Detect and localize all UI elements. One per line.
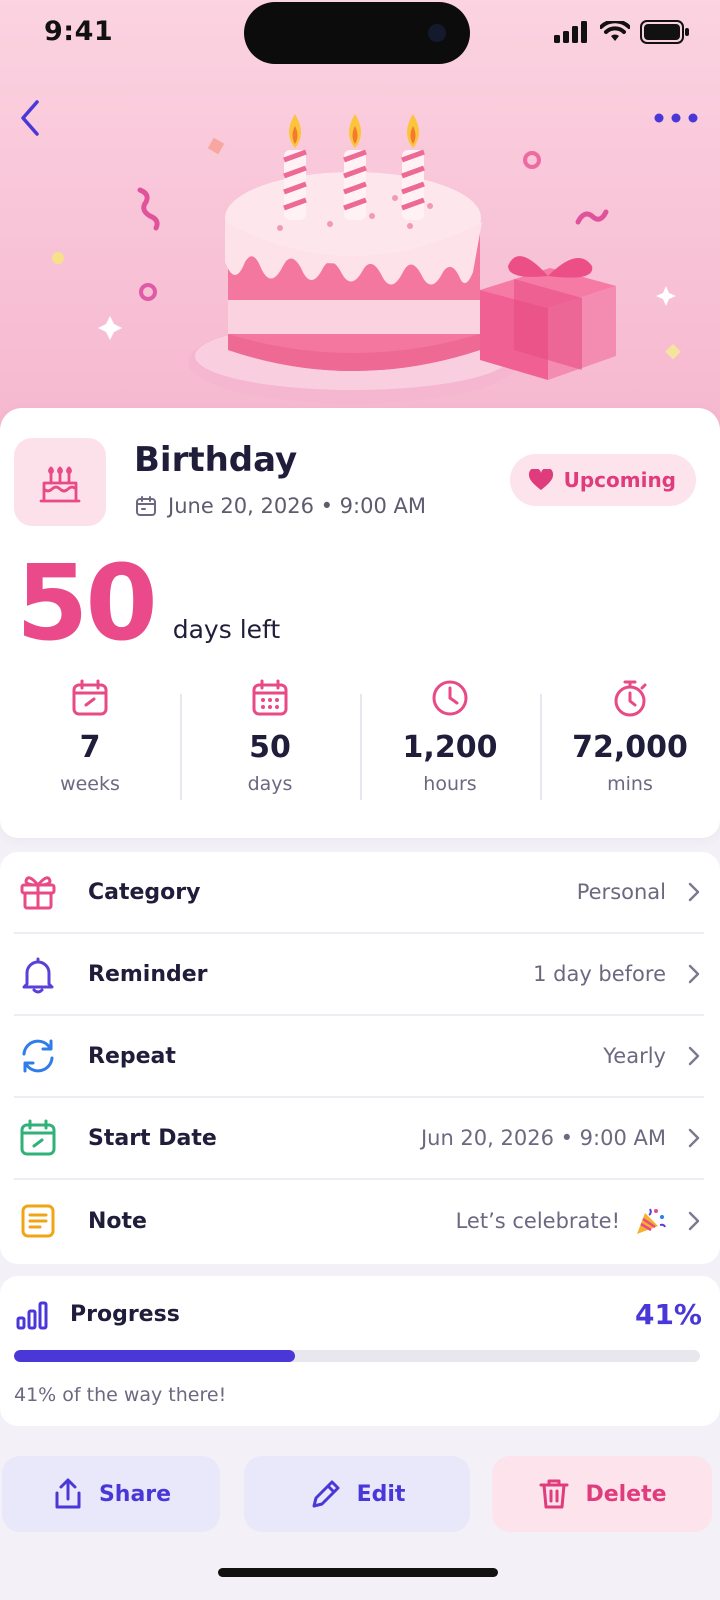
wifi-icon — [600, 21, 630, 41]
hero-banner: 9:41 — [0, 0, 720, 430]
detail-value: Yearly — [603, 1044, 666, 1068]
stat-value: 7 — [79, 730, 101, 765]
event-icon-tile — [14, 438, 106, 526]
detail-label: Repeat — [88, 1043, 176, 1069]
detail-row-repeat[interactable]: Repeat Yearly — [14, 1016, 704, 1098]
clock-icon — [432, 680, 468, 716]
status-badge: Upcoming — [509, 454, 696, 506]
event-title: Birthday — [134, 440, 298, 480]
detail-label: Reminder — [88, 961, 208, 987]
detail-value-text: Yearly — [603, 1044, 666, 1068]
camera-icon — [428, 24, 446, 42]
stat-unit: mins — [607, 773, 653, 795]
chevron-right-icon — [688, 1128, 700, 1148]
delete-label: Delete — [585, 1481, 667, 1507]
status-time: 9:41 — [44, 16, 114, 47]
stat-mins: 72,000 mins — [540, 678, 720, 808]
bar-chart-icon — [16, 1301, 48, 1329]
event-date-text: June 20, 2026 • 9:00 AM — [168, 494, 426, 518]
calendar-grid-icon — [252, 679, 288, 716]
more-options-button[interactable] — [650, 100, 702, 136]
trash-icon — [539, 1479, 569, 1509]
progress-bar-fill — [14, 1350, 296, 1362]
chevron-right-icon — [688, 1211, 700, 1231]
share-button[interactable]: Share — [2, 1456, 220, 1532]
detail-row-category[interactable]: Category Personal — [14, 852, 704, 934]
detail-row-reminder[interactable]: Reminder 1 day before — [14, 934, 704, 1016]
calendar-icon — [136, 496, 156, 516]
stat-value: 50 — [249, 730, 291, 765]
edit-label: Edit — [356, 1481, 406, 1507]
stat-unit: weeks — [60, 773, 120, 795]
stat-value: 72,000 — [572, 730, 688, 765]
progress-card: Progress 41% 41% of the way there! — [0, 1276, 720, 1426]
detail-value-text: Let’s celebrate! — [455, 1209, 620, 1233]
calendar-check-icon — [20, 1119, 56, 1156]
chevron-right-icon — [688, 882, 700, 902]
stat-hours: 1,200 hours — [360, 678, 540, 808]
detail-value: 1 day before — [533, 962, 666, 986]
detail-label: Start Date — [88, 1125, 217, 1151]
dynamic-island — [244, 2, 470, 64]
back-button[interactable] — [8, 96, 52, 140]
detail-row-note[interactable]: Note Let’s celebrate! — [14, 1180, 704, 1262]
edit-button[interactable]: Edit — [244, 1456, 470, 1532]
delete-button[interactable]: Delete — [492, 1456, 712, 1532]
heart-icon — [528, 469, 553, 490]
detail-value-text: Personal — [576, 880, 666, 904]
pencil-icon — [312, 1480, 340, 1508]
detail-label: Category — [88, 879, 201, 905]
home-indicator — [218, 1568, 498, 1577]
stat-unit: days — [247, 773, 293, 795]
status-bar: 9:41 — [0, 0, 720, 70]
countdown-card: Birthday June 20, 2026 • 9:00 AM Upcomin… — [0, 408, 720, 838]
stat-days: 50 days — [180, 678, 360, 808]
detail-value: Jun 20, 2026 • 9:00 AM — [421, 1126, 666, 1150]
detail-label: Note — [88, 1208, 147, 1234]
more-icon — [654, 113, 698, 123]
progress-bar — [14, 1350, 700, 1362]
note-icon — [21, 1204, 55, 1238]
calendar-icon — [72, 679, 108, 716]
status-badge-label: Upcoming — [563, 468, 676, 492]
chevron-right-icon — [688, 1046, 700, 1066]
stopwatch-icon — [614, 680, 647, 717]
countdown-number: 50 — [16, 542, 158, 664]
repeat-icon — [22, 1039, 54, 1073]
battery-icon — [640, 20, 689, 44]
detail-value: Personal — [577, 880, 666, 904]
detail-value-text: 1 day before — [533, 962, 666, 986]
gift-icon — [20, 876, 56, 910]
countdown-label: days left — [172, 615, 281, 644]
progress-note: 41% of the way there! — [14, 1384, 227, 1406]
stat-value: 1,200 — [402, 730, 498, 765]
stat-unit: hours — [423, 773, 477, 795]
detail-value: Let’s celebrate! — [456, 1205, 666, 1237]
event-date: June 20, 2026 • 9:00 AM — [134, 494, 426, 518]
cake-icon — [39, 466, 81, 503]
action-buttons: Share Edit Delete — [0, 1456, 720, 1532]
progress-title: Progress — [70, 1302, 180, 1327]
bell-icon — [22, 957, 54, 994]
event-details-list: Category Personal Reminder 1 day before … — [0, 852, 720, 1264]
party-popper-icon — [637, 1208, 666, 1234]
status-icons — [554, 20, 690, 44]
share-label: Share — [98, 1481, 172, 1507]
detail-row-start-date[interactable]: Start Date Jun 20, 2026 • 9:00 AM — [14, 1098, 704, 1180]
time-breakdown: 7 weeks 50 days 1,200 hours 72,000 mins — [0, 678, 720, 808]
chevron-left-icon — [21, 100, 39, 136]
chevron-right-icon — [688, 964, 700, 984]
signal-icon — [554, 21, 587, 43]
detail-value-text: Jun 20, 2026 • 9:00 AM — [420, 1126, 666, 1150]
stat-weeks: 7 weeks — [0, 678, 180, 808]
countdown: 50 days left — [16, 548, 280, 658]
share-icon — [55, 1478, 81, 1509]
progress-percent: 41% — [634, 1298, 702, 1331]
